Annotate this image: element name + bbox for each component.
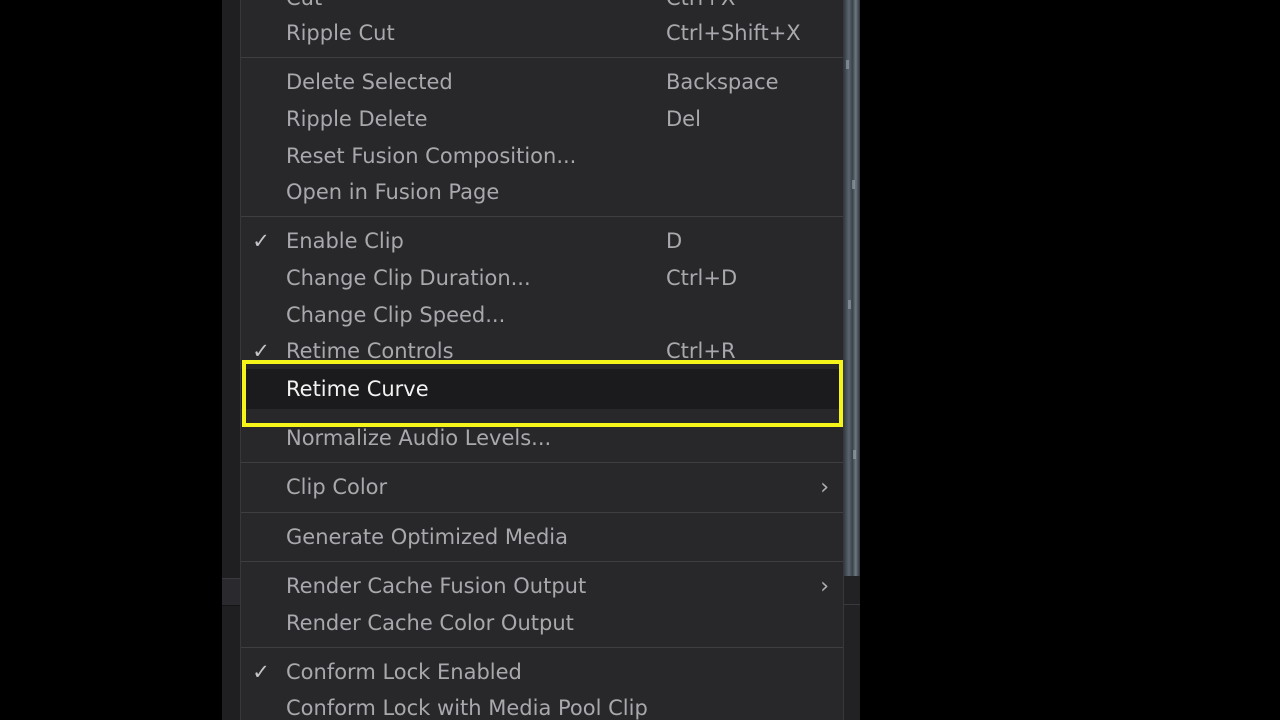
menu-separator bbox=[241, 462, 843, 463]
menu-item-shortcut: Ctrl+Shift+X bbox=[666, 21, 801, 45]
menu-item-shortcut: Ctrl+R bbox=[666, 339, 736, 363]
chevron-right-icon: › bbox=[820, 574, 829, 599]
menu-item-label: Retime Curve bbox=[286, 377, 429, 401]
menu-item-label: Change Clip Duration... bbox=[286, 266, 531, 290]
background-video-thumbnail bbox=[843, 0, 860, 576]
menu-item-enable-clip[interactable]: ✓ Enable Clip D bbox=[241, 223, 843, 260]
background-divider bbox=[843, 604, 860, 605]
menu-item-ripple-delete[interactable]: Ripple Delete Del bbox=[241, 101, 843, 138]
menu-item-clip-color[interactable]: Clip Color › bbox=[241, 469, 843, 506]
menu-separator bbox=[241, 512, 843, 513]
menu-item-change-clip-speed[interactable]: Change Clip Speed... bbox=[241, 297, 843, 334]
menu-item-delete-selected[interactable]: Delete Selected Backspace bbox=[241, 64, 843, 101]
menu-item-ripple-cut[interactable]: Ripple Cut Ctrl+Shift+X bbox=[241, 15, 843, 52]
menu-item-label: Reset Fusion Composition... bbox=[286, 144, 577, 168]
menu-item-open-in-fusion-page[interactable]: Open in Fusion Page bbox=[241, 174, 843, 211]
menu-item-label: Conform Lock Enabled bbox=[286, 660, 522, 684]
screen: Cut Ctrl+X Ripple Cut Ctrl+Shift+X Delet… bbox=[0, 0, 1280, 720]
checkmark-icon: ✓ bbox=[252, 229, 270, 253]
menu-item-label: Conform Lock with Media Pool Clip bbox=[286, 696, 648, 720]
menu-item-shortcut: Ctrl+D bbox=[666, 266, 738, 290]
menu-item-label: Ripple Delete bbox=[286, 107, 428, 131]
menu-item-render-cache-color-output[interactable]: Render Cache Color Output bbox=[241, 605, 843, 642]
menu-item-retime-curve[interactable]: Retime Curve bbox=[241, 369, 843, 409]
checkmark-icon: ✓ bbox=[252, 339, 270, 363]
menu-separator bbox=[241, 57, 843, 58]
menu-item-normalize-audio-levels[interactable]: Normalize Audio Levels... bbox=[241, 420, 843, 457]
menu-item-label: Enable Clip bbox=[286, 229, 404, 253]
background-timeline-panel bbox=[222, 0, 242, 720]
menu-item-label: Open in Fusion Page bbox=[286, 180, 500, 204]
video-texture bbox=[852, 180, 855, 189]
menu-item-label: Delete Selected bbox=[286, 70, 453, 94]
menu-separator bbox=[241, 561, 843, 562]
menu-item-conform-lock-with-media-pool-clip[interactable]: Conform Lock with Media Pool Clip bbox=[241, 690, 843, 720]
menu-item-retime-controls[interactable]: ✓ Retime Controls Ctrl+R bbox=[241, 333, 843, 370]
menu-item-render-cache-fusion-output[interactable]: Render Cache Fusion Output › bbox=[241, 568, 843, 605]
menu-item-label: Normalize Audio Levels... bbox=[286, 426, 552, 450]
menu-separator bbox=[241, 647, 843, 648]
background-timeline-strip bbox=[222, 578, 242, 606]
menu-item-label: Generate Optimized Media bbox=[286, 525, 568, 549]
menu-item-label: Render Cache Fusion Output bbox=[286, 574, 587, 598]
video-texture bbox=[848, 300, 851, 309]
checkmark-icon: ✓ bbox=[252, 660, 270, 684]
video-texture bbox=[853, 450, 856, 459]
menu-item-reset-fusion-composition[interactable]: Reset Fusion Composition... bbox=[241, 138, 843, 175]
menu-item-change-clip-duration[interactable]: Change Clip Duration... Ctrl+D bbox=[241, 260, 843, 297]
clip-context-menu: Cut Ctrl+X Ripple Cut Ctrl+Shift+X Delet… bbox=[240, 0, 844, 720]
menu-item-label: Clip Color bbox=[286, 475, 388, 499]
video-texture bbox=[846, 60, 849, 69]
background-right-panel bbox=[843, 576, 860, 720]
menu-item-shortcut: Backspace bbox=[666, 70, 779, 94]
menu-item-generate-optimized-media[interactable]: Generate Optimized Media bbox=[241, 519, 843, 556]
menu-item-label: Render Cache Color Output bbox=[286, 611, 574, 635]
menu-item-shortcut: D bbox=[666, 229, 683, 253]
menu-item-shortcut: Del bbox=[666, 107, 701, 131]
menu-item-conform-lock-enabled[interactable]: ✓ Conform Lock Enabled bbox=[241, 654, 843, 691]
chevron-right-icon: › bbox=[820, 475, 829, 500]
menu-item-label: Retime Controls bbox=[286, 339, 454, 363]
menu-item-label: Ripple Cut bbox=[286, 21, 395, 45]
menu-item-label: Change Clip Speed... bbox=[286, 303, 506, 327]
menu-separator bbox=[241, 216, 843, 217]
